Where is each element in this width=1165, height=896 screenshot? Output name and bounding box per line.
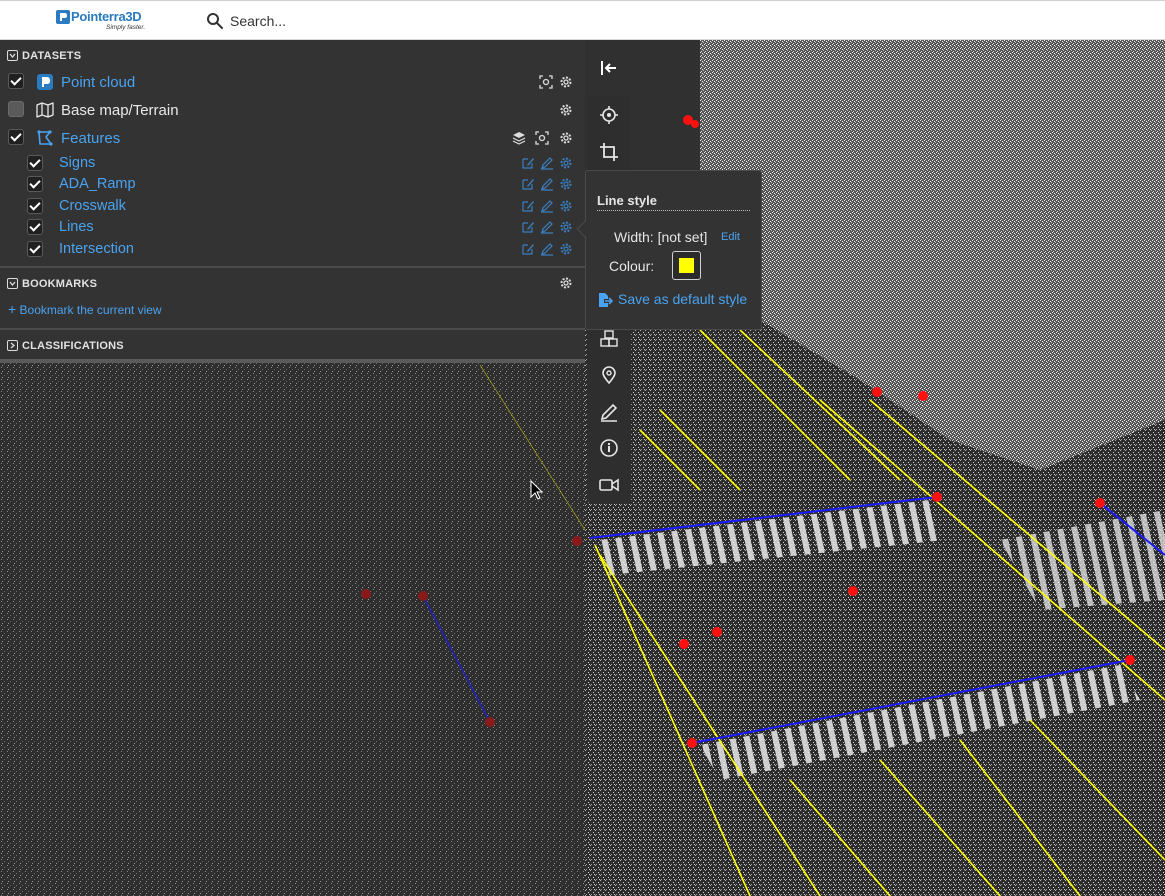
pencil-edit-icon[interactable] (540, 242, 554, 256)
settings-gear-icon[interactable] (559, 103, 573, 117)
pointerra-logo-icon (56, 10, 70, 24)
feature-row-signs: Signs (0, 152, 585, 173)
colour-swatch-button[interactable] (672, 251, 701, 280)
line-style-popover: Line style Width: [not set] Edit Colour:… (576, 170, 762, 330)
section-divider (0, 266, 585, 268)
popover-title: Line style (597, 193, 750, 211)
datasets-heading: DATASETS (22, 50, 82, 62)
add-bookmark-label: Bookmark the current view (19, 303, 162, 317)
search-box (200, 9, 620, 33)
layers-panel: DATASETS Point cloud Base map/Terrain Fe… (0, 40, 585, 363)
place-marker-button[interactable] (588, 356, 631, 392)
app-window: Pointerra3D Simply faster. DATASETS (0, 0, 1165, 896)
settings-gear-icon[interactable] (559, 75, 573, 89)
crosshair-icon (600, 106, 618, 124)
feature-row-lines: Lines (0, 217, 585, 238)
bookmarks-section-header[interactable]: BOOKMARKS (0, 273, 585, 295)
plus-icon: + (8, 301, 17, 317)
signs-checkbox[interactable] (27, 155, 43, 171)
features-label[interactable]: Features (61, 130, 120, 147)
colour-swatch (679, 258, 694, 273)
dataset-row-base-map: Base map/Terrain (0, 97, 585, 123)
crosswalk-checkbox[interactable] (27, 198, 43, 214)
pencil-icon (600, 403, 618, 422)
base-map-checkbox[interactable] (8, 101, 24, 117)
panel-bottom-border (0, 359, 585, 363)
point-cloud-label[interactable]: Point cloud (61, 74, 135, 91)
point-cloud-icon (37, 74, 53, 90)
edit-properties-icon[interactable] (521, 177, 535, 191)
colour-label: Colour: (609, 258, 655, 274)
features-icon (37, 130, 53, 146)
feature-row-intersection: Intersection (0, 238, 585, 259)
settings-gear-icon[interactable] (559, 220, 573, 234)
crosswalk-label[interactable]: Crosswalk (59, 198, 126, 214)
layers-icon[interactable] (512, 131, 526, 145)
dataset-row-point-cloud: Point cloud (0, 69, 585, 95)
settings-gear-icon[interactable] (559, 131, 573, 145)
pencil-edit-icon[interactable] (540, 220, 554, 234)
intersection-checkbox[interactable] (27, 241, 43, 257)
collapse-toggle-icon (7, 278, 18, 289)
video-camera-icon (599, 478, 619, 492)
pointerra-logo[interactable]: Pointerra3D Simply faster. (56, 8, 156, 34)
pencil-edit-icon[interactable] (540, 177, 554, 191)
intersection-label[interactable]: Intersection (59, 241, 134, 257)
section-divider (0, 328, 585, 330)
settings-gear-icon[interactable] (559, 156, 573, 170)
draw-button[interactable] (588, 393, 631, 429)
feature-row-crosswalk: Crosswalk (0, 195, 585, 216)
datasets-section-header[interactable]: DATASETS (0, 45, 585, 67)
cubes-icon (600, 330, 618, 347)
search-icon (207, 13, 223, 29)
edit-properties-icon[interactable] (521, 199, 535, 213)
crop-icon (600, 143, 618, 161)
ada-ramp-label[interactable]: ADA_Ramp (59, 176, 136, 192)
edit-width-link[interactable]: Edit (721, 231, 740, 243)
info-button[interactable] (588, 429, 631, 465)
bookmarks-heading: BOOKMARKS (22, 278, 98, 290)
map-icon (36, 102, 54, 118)
collapse-toggle-icon (7, 50, 18, 61)
pencil-edit-icon[interactable] (540, 156, 554, 170)
edit-properties-icon[interactable] (521, 220, 535, 234)
map-pin-icon (602, 366, 616, 385)
classifications-section-header[interactable]: CLASSIFICATIONS (0, 335, 585, 357)
features-checkbox[interactable] (8, 129, 24, 145)
edit-properties-icon[interactable] (521, 156, 535, 170)
ada-ramp-checkbox[interactable] (27, 176, 43, 192)
lines-checkbox[interactable] (27, 219, 43, 235)
settings-gear-icon[interactable] (559, 199, 573, 213)
logo-wordmark: Pointerra3D (71, 9, 142, 24)
settings-gear-icon[interactable] (559, 242, 573, 256)
zoom-to-extent-icon[interactable] (535, 131, 549, 145)
base-map-label[interactable]: Base map/Terrain (61, 102, 179, 119)
save-default-style-label: Save as default style (618, 291, 748, 307)
search-input[interactable] (230, 9, 610, 33)
feature-row-ada-ramp: ADA_Ramp (0, 174, 585, 195)
settings-gear-icon[interactable] (559, 177, 573, 191)
lines-label[interactable]: Lines (59, 219, 94, 235)
expand-toggle-icon (7, 340, 18, 351)
locate-button[interactable] (588, 96, 631, 132)
point-cloud-checkbox[interactable] (8, 73, 24, 89)
pencil-edit-icon[interactable] (540, 199, 554, 213)
info-icon (600, 439, 618, 457)
edit-properties-icon[interactable] (521, 242, 535, 256)
signs-label[interactable]: Signs (59, 155, 95, 171)
dataset-row-features: Features (0, 125, 585, 151)
zoom-to-extent-icon[interactable] (539, 75, 553, 89)
collapse-panel-icon[interactable] (599, 58, 619, 78)
top-bar: Pointerra3D Simply faster. (0, 0, 1165, 40)
file-export-icon (599, 293, 613, 307)
logo-tagline: Simply faster. (106, 24, 146, 31)
line-width-label: Width: [not set] (614, 229, 708, 245)
camera-button[interactable] (588, 466, 631, 502)
add-bookmark-link[interactable]: + Bookmark the current view (8, 301, 162, 317)
crop-button[interactable] (588, 133, 631, 169)
settings-gear-icon[interactable] (559, 276, 573, 290)
classifications-heading: CLASSIFICATIONS (22, 340, 124, 352)
